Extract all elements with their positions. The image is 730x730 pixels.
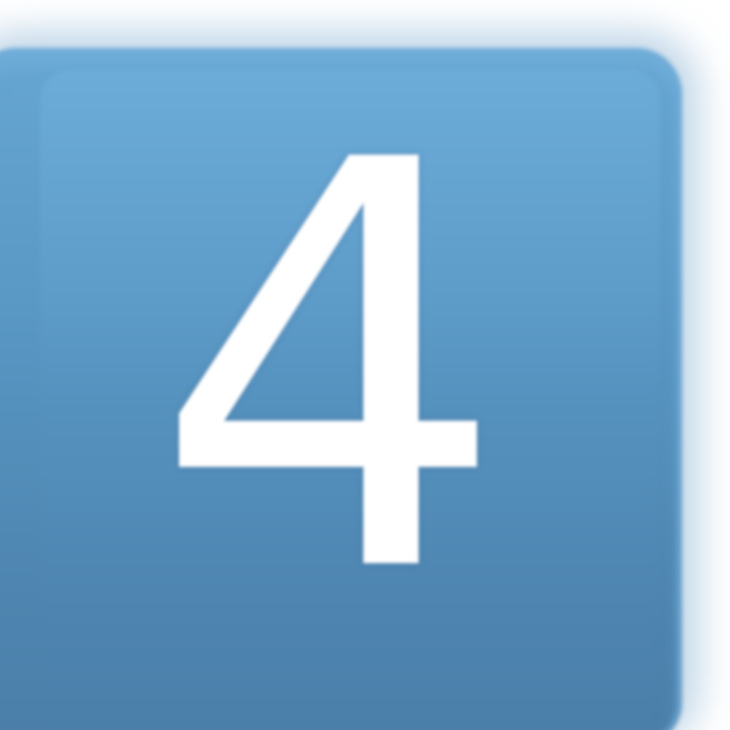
screenshot-canvas: 4 (0, 0, 730, 730)
page-number-label: 4 (151, 44, 509, 696)
